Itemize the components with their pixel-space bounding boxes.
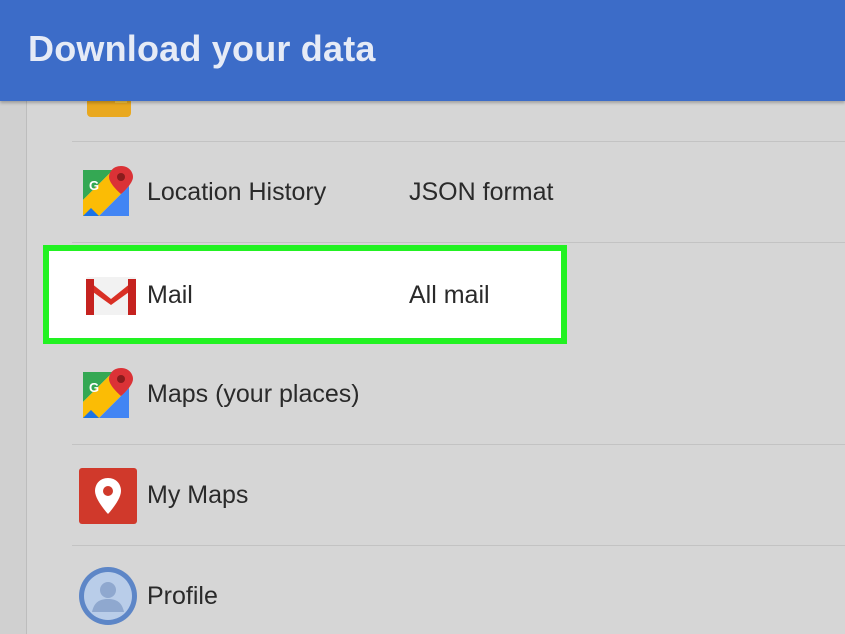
google-maps-icon: G — [79, 366, 135, 422]
svg-text:G: G — [89, 380, 99, 395]
product-list: G Location History JSON format G Maps (y… — [27, 101, 845, 634]
page-title: Download your data — [28, 28, 376, 69]
list-item-mail-highlighted[interactable]: Mail All mail — [43, 245, 567, 344]
list-item-location-history[interactable]: G Location History JSON format — [27, 142, 845, 242]
gmail-icon — [83, 271, 139, 321]
app-header: Download your data — [0, 0, 845, 101]
svg-text:G: G — [89, 178, 99, 193]
list-item-maps[interactable]: G Maps (your places) — [27, 344, 845, 444]
row-value: All mail — [409, 281, 490, 309]
left-panel-edge — [0, 101, 27, 634]
list-item-my-maps[interactable]: My Maps — [27, 445, 845, 545]
my-maps-icon — [78, 466, 138, 526]
row-label: My Maps — [147, 481, 249, 509]
row-value: JSON format — [409, 178, 554, 206]
row-label: Location History — [147, 178, 327, 206]
row-divider — [72, 242, 845, 243]
google-photos-icon — [85, 101, 133, 119]
row-label: Mail — [147, 281, 193, 309]
profile-icon — [78, 566, 138, 626]
list-item-profile[interactable]: Profile — [27, 546, 845, 634]
row-label: Profile — [147, 582, 218, 610]
row-label: Maps (your places) — [147, 380, 360, 408]
google-maps-icon: G — [79, 164, 135, 220]
